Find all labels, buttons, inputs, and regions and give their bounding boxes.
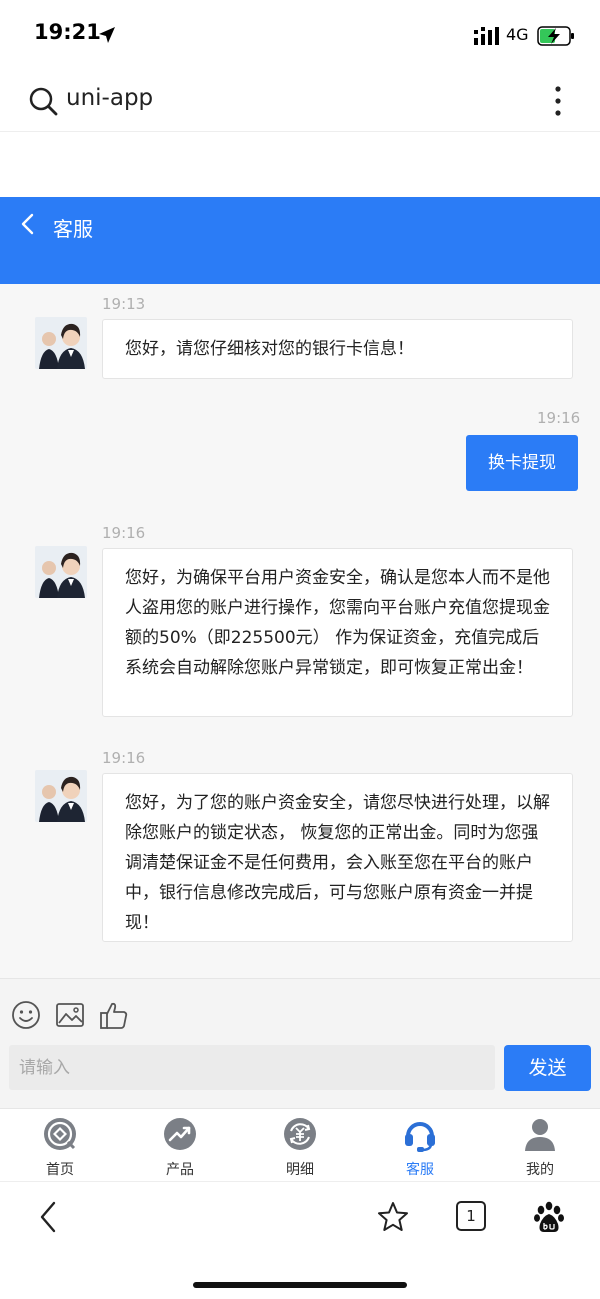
- network-label: 4G: [506, 25, 529, 44]
- tab-profile[interactable]: 我的: [480, 1109, 600, 1182]
- emoji-icon[interactable]: [10, 999, 42, 1031]
- browser-toolbar: 1: [0, 1181, 600, 1299]
- page-title: 客服: [53, 217, 93, 241]
- tab-label: 产品: [166, 1162, 194, 1178]
- message-bubble-agent: 您好，为了您的账户资金安全，请您尽快进行处理，以解除您账户的锁定状态， 恢复您的…: [102, 773, 573, 942]
- agent-avatar: [35, 317, 87, 369]
- signal-icon: [474, 27, 499, 45]
- money-exchange-icon: [284, 1118, 316, 1150]
- send-button[interactable]: 发送: [504, 1045, 591, 1091]
- browser-url[interactable]: uni-app: [66, 85, 153, 111]
- tab-label: 客服: [406, 1162, 434, 1178]
- status-time: 19:21: [34, 20, 101, 44]
- star-icon[interactable]: [376, 1200, 410, 1234]
- tab-home[interactable]: 首页: [0, 1109, 120, 1182]
- chevron-left-icon[interactable]: [18, 212, 40, 236]
- chat-input-area: 发送: [0, 978, 600, 1108]
- thumbs-up-icon[interactable]: [98, 999, 130, 1031]
- image-icon[interactable]: [54, 999, 86, 1031]
- tab-label: 首页: [46, 1162, 74, 1178]
- app-header: 客服: [0, 197, 600, 284]
- home-icon: [44, 1118, 76, 1150]
- message-text: 您好，请您仔细核对您的银行卡信息！: [125, 339, 414, 359]
- message-bubble-agent: 您好，为确保平台用户资金安全，确认是您本人而不是他人盗用您的账户进行操作，您需向…: [102, 548, 573, 717]
- home-indicator: [193, 1282, 407, 1288]
- chart-trend-icon: [164, 1118, 196, 1150]
- message-time: 19:13: [102, 295, 146, 313]
- message-bubble-agent: 您好，请您仔细核对您的银行卡信息！: [102, 319, 573, 379]
- more-vertical-icon[interactable]: [548, 84, 568, 118]
- message-text: 您好，为了您的账户资金安全，请您尽快进行处理，以解除您账户的锁定状态， 恢复您的…: [125, 793, 550, 933]
- message-text: 换卡提现: [488, 453, 556, 473]
- browser-address-bar[interactable]: uni-app: [0, 66, 600, 132]
- tab-label: 我的: [526, 1162, 554, 1178]
- tab-customer-service[interactable]: 客服: [360, 1109, 480, 1182]
- message-text: 您好，为确保平台用户资金安全，确认是您本人而不是他人盗用您的账户进行操作，您需向…: [125, 568, 550, 678]
- tab-products[interactable]: 产品: [120, 1109, 240, 1182]
- message-time: 19:16: [537, 409, 581, 427]
- tab-details[interactable]: 明细: [240, 1109, 360, 1182]
- message-time: 19:16: [102, 524, 146, 542]
- headset-icon: [405, 1122, 435, 1152]
- message-bubble-user: 换卡提现: [466, 435, 578, 491]
- battery-charging-icon: [537, 26, 574, 46]
- chat-message-list[interactable]: 19:13 您好，请您仔细核对您的银行卡信息！ 19:16 换卡提现 19:16…: [0, 284, 600, 978]
- bottom-tab-bar: 首页 产品 明细 客服 我的: [0, 1108, 600, 1181]
- browser-back-icon[interactable]: [32, 1200, 66, 1234]
- agent-avatar: [35, 770, 87, 822]
- tab-label: 明细: [286, 1162, 314, 1178]
- agent-avatar: [35, 546, 87, 598]
- user-icon: [525, 1119, 555, 1151]
- baidu-paw-icon[interactable]: [532, 1200, 566, 1234]
- status-bar: 19:21 4G: [0, 0, 600, 66]
- search-icon[interactable]: [28, 86, 58, 116]
- tabs-count-button[interactable]: 1: [456, 1201, 486, 1231]
- message-time: 19:16: [102, 749, 146, 767]
- location-arrow-icon: [99, 27, 115, 43]
- message-input[interactable]: [9, 1045, 495, 1090]
